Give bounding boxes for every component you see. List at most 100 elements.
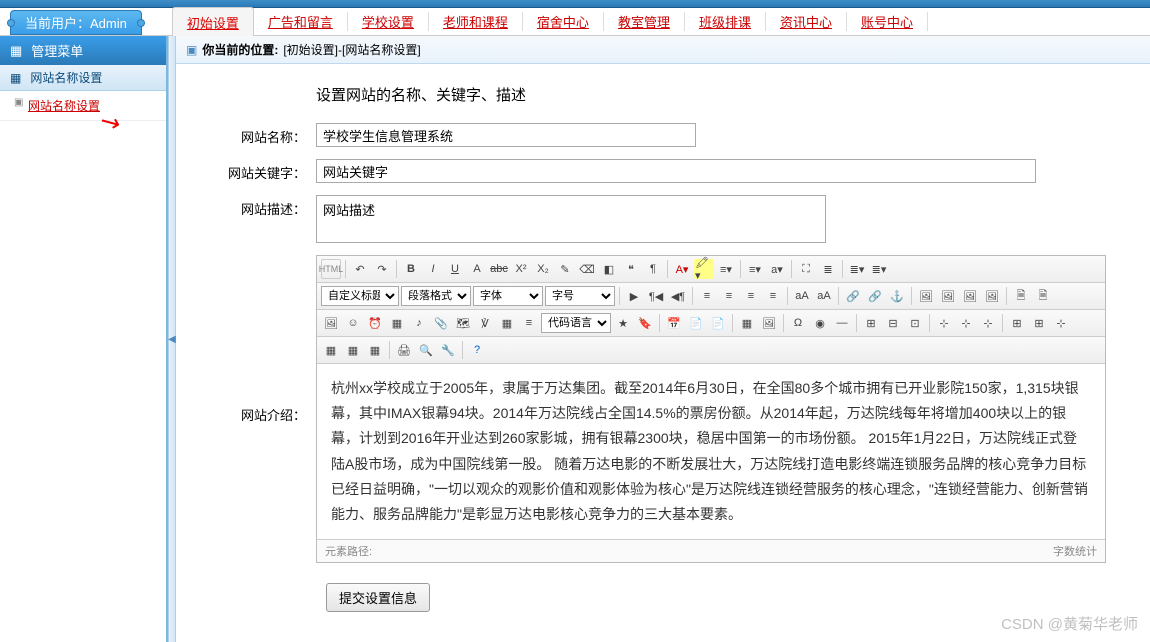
site-name-input[interactable] xyxy=(316,123,696,147)
direction-rtl-icon[interactable]: ◀¶ xyxy=(668,286,688,306)
sidebar-item-site-name-settings[interactable]: 网站名称设置 xyxy=(0,91,166,121)
nav-news-center[interactable]: 资讯中心 xyxy=(766,12,847,31)
mergedown-icon[interactable]: ⊞ xyxy=(861,313,881,333)
nav-ads-messages[interactable]: 广告和留言 xyxy=(254,12,348,31)
scrawl-icon[interactable]: 🖼 xyxy=(759,313,779,333)
splittocols-icon[interactable]: ⊹ xyxy=(956,313,976,333)
custom-title-select[interactable]: 自定义标题 xyxy=(321,286,399,306)
date-icon[interactable]: 📅 xyxy=(664,313,684,333)
insertvideo-icon[interactable]: ▦ xyxy=(387,313,407,333)
music-icon[interactable]: ♪ xyxy=(409,313,429,333)
preview-icon[interactable]: 🔍 xyxy=(416,340,436,360)
sidebar-splitter[interactable]: ◀ xyxy=(168,36,176,642)
deletecaption-icon[interactable]: ⊞ xyxy=(1007,313,1027,333)
italic-icon[interactable]: I xyxy=(423,259,443,279)
code-language-select[interactable]: 代码语言 xyxy=(541,313,611,333)
source-html-button[interactable]: HTML xyxy=(321,259,341,279)
snapscreen-icon[interactable]: 📄 xyxy=(686,313,706,333)
justify-center-icon[interactable]: ≡ xyxy=(719,286,739,306)
justify-full-icon[interactable]: ≡ xyxy=(763,286,783,306)
pasteplain-icon[interactable]: ¶ xyxy=(643,259,663,279)
redo-icon[interactable]: ↷ xyxy=(372,259,392,279)
rowspacing-bottom-icon[interactable]: ≣▾ xyxy=(869,259,889,279)
help-icon[interactable]: ? xyxy=(467,340,487,360)
splittorows-icon[interactable]: ⊹ xyxy=(934,313,954,333)
horizontal-icon[interactable]: — xyxy=(832,313,852,333)
forecolor-icon[interactable]: A▾ xyxy=(672,259,692,279)
site-keyword-input[interactable] xyxy=(316,159,1036,183)
tolowercase-icon[interactable]: аA xyxy=(814,286,834,306)
spechars-icon[interactable]: Ω xyxy=(788,313,808,333)
backcolor-icon[interactable]: 🖍▾ xyxy=(694,259,714,279)
font-family-select[interactable]: 字体 xyxy=(473,286,543,306)
sidebar-section-site-name[interactable]: 网站名称设置 xyxy=(0,65,166,91)
mergecells-icon[interactable]: ⊹ xyxy=(1051,313,1071,333)
justify-left-icon[interactable]: ≡ xyxy=(697,286,717,306)
nav-teachers-courses[interactable]: 老师和课程 xyxy=(429,12,523,31)
editor-content[interactable]: 杭州xx学校成立于2005年，隶属于万达集团。截至2014年6月30日，在全国8… xyxy=(317,364,1105,539)
deletetable-icon[interactable]: ▦ xyxy=(321,340,341,360)
font-size-select[interactable]: 字号 xyxy=(545,286,615,306)
current-user-tab[interactable]: 当前用户：Admin xyxy=(10,10,142,35)
deletecol-icon[interactable]: ⊡ xyxy=(905,313,925,333)
paragraph-format-select[interactable]: 段落格式 xyxy=(401,286,471,306)
outdent-icon[interactable]: ¶◀ xyxy=(646,286,666,306)
submit-button[interactable]: 提交设置信息 xyxy=(326,583,430,612)
insertlist-unordered-icon[interactable]: ≡▾ xyxy=(745,259,765,279)
nav-initial-settings[interactable]: 初始设置 xyxy=(172,7,254,37)
blockquote-icon[interactable]: ❝ xyxy=(621,259,641,279)
image-none-icon[interactable]: 🖼 xyxy=(916,286,936,306)
searchreplace-icon[interactable]: ◉ xyxy=(810,313,830,333)
insertfile-icon[interactable]: 🗎 xyxy=(1033,286,1053,306)
insertcode-icon[interactable]: ≡ xyxy=(519,313,539,333)
rowspacing-top-icon[interactable]: ≣▾ xyxy=(847,259,867,279)
nav-classroom-mgmt[interactable]: 教室管理 xyxy=(604,12,685,31)
background-icon[interactable]: 🔖 xyxy=(635,313,655,333)
subscript-icon[interactable]: X₂ xyxy=(533,259,553,279)
fullscreen-icon[interactable]: ⛶ xyxy=(796,259,816,279)
image-left-icon[interactable]: 🖼 xyxy=(938,286,958,306)
site-desc-textarea[interactable]: 网站描述 xyxy=(316,195,826,243)
anchor-icon[interactable]: ⚓ xyxy=(887,286,907,306)
inserttable-icon[interactable]: ▦ xyxy=(737,313,757,333)
emotion-icon[interactable]: ☺ xyxy=(343,313,363,333)
pencil-icon[interactable]: ✎ xyxy=(555,259,575,279)
attachment-icon[interactable]: 📎 xyxy=(431,313,451,333)
splittocells-icon[interactable]: ⊹ xyxy=(978,313,998,333)
link-icon[interactable]: 🔗 xyxy=(843,286,863,306)
map-icon[interactable]: 🗺 xyxy=(453,313,473,333)
nav-account-center[interactable]: 账号中心 xyxy=(847,12,928,31)
justify-right-icon[interactable]: ≡ xyxy=(741,286,761,306)
eraser-icon[interactable]: ⌫ xyxy=(577,259,597,279)
insertparagraphbefore-icon[interactable]: ▦ xyxy=(343,340,363,360)
inserttitle-icon[interactable]: ⊞ xyxy=(1029,313,1049,333)
undo-icon[interactable]: ↶ xyxy=(350,259,370,279)
insertimage-icon[interactable]: 🗎 xyxy=(1011,286,1031,306)
drafts-icon[interactable]: 🔧 xyxy=(438,340,458,360)
time-icon[interactable]: ⏰ xyxy=(365,313,385,333)
insertframe-icon[interactable]: ▦ xyxy=(497,313,517,333)
underline-icon[interactable]: U xyxy=(445,259,465,279)
formatmatch-icon[interactable]: ◧ xyxy=(599,259,619,279)
fontborder-icon[interactable]: A xyxy=(467,259,487,279)
touppercase-icon[interactable]: аA xyxy=(792,286,812,306)
nav-class-schedule[interactable]: 班级排课 xyxy=(685,12,766,31)
image-right-icon[interactable]: 🖼 xyxy=(960,286,980,306)
nav-school-settings[interactable]: 学校设置 xyxy=(348,12,429,31)
print-icon[interactable]: 🖨 xyxy=(394,340,414,360)
word-count-label[interactable]: 字数统计 xyxy=(1053,543,1097,559)
indent-icon[interactable]: ▶ xyxy=(624,286,644,306)
template-icon[interactable]: ★ xyxy=(613,313,633,333)
insertparagraphafter-icon[interactable]: ▦ xyxy=(365,340,385,360)
deleterow-icon[interactable]: ⊟ xyxy=(883,313,903,333)
nav-dorm-center[interactable]: 宿舍中心 xyxy=(523,12,604,31)
insertlist-ordered-icon[interactable]: ≡▾ xyxy=(716,259,736,279)
directionality-ltr-icon[interactable]: ≣ xyxy=(818,259,838,279)
simpleupload-icon[interactable]: 🖼 xyxy=(321,313,341,333)
image-center-icon[interactable]: 🖼 xyxy=(982,286,1002,306)
bold-icon[interactable]: B xyxy=(401,259,421,279)
unlink-icon[interactable]: 🔗 xyxy=(865,286,885,306)
wordimage-icon[interactable]: 📄 xyxy=(708,313,728,333)
autotypeset-icon[interactable]: a▾ xyxy=(767,259,787,279)
superscript-icon[interactable]: X² xyxy=(511,259,531,279)
